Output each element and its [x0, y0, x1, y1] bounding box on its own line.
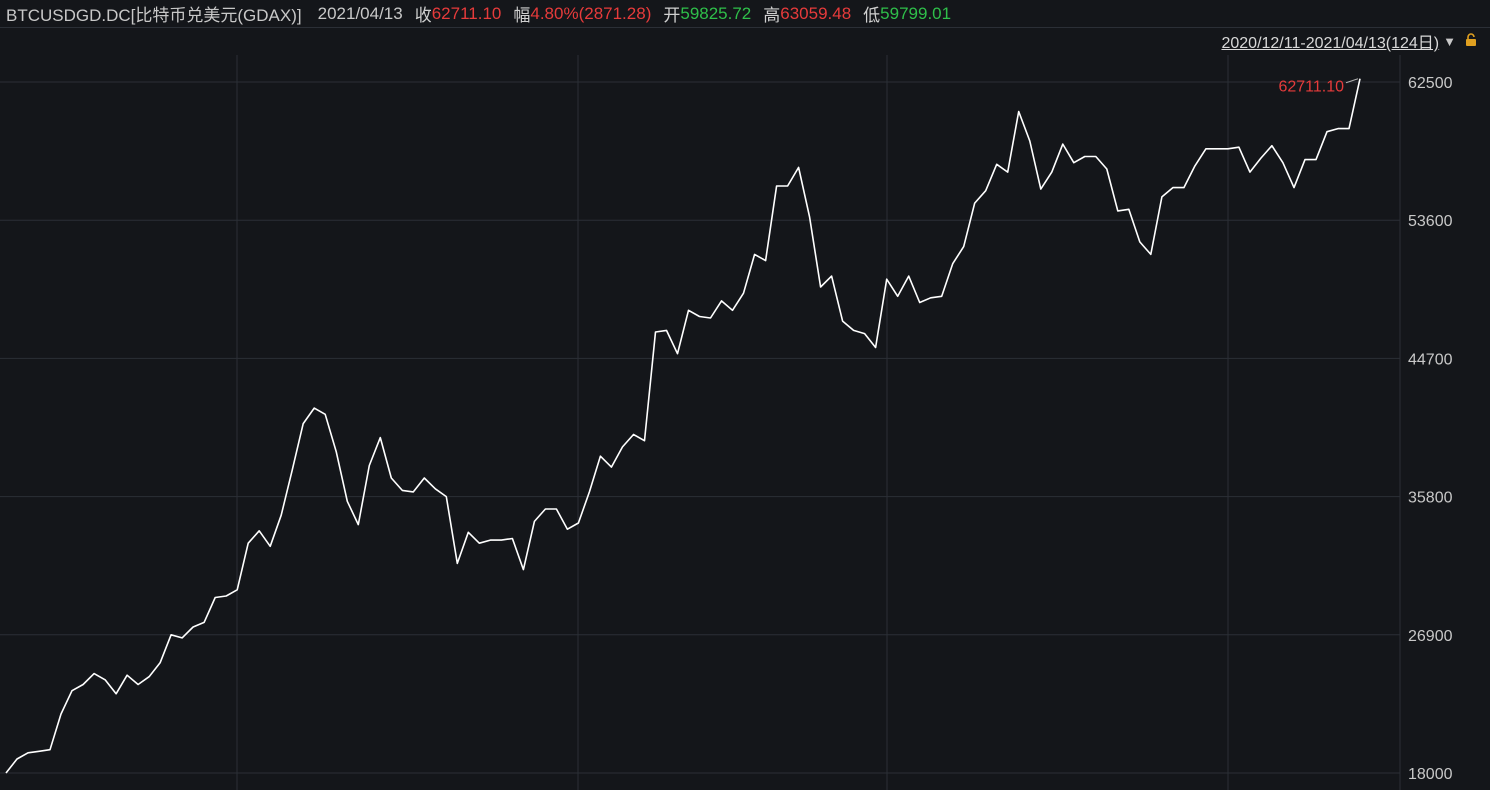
y-tick-label: 35800 [1408, 490, 1453, 507]
last-price-marker: 62711.10 [1278, 78, 1359, 96]
price-chart: 62500 53600 44700 35800 26900 18000 62711.10 [0, 55, 1453, 790]
grid [0, 55, 1401, 790]
series-line-group [5, 78, 1361, 774]
y-tick-label: 62500 [1408, 75, 1453, 92]
y-tick-label: 26900 [1408, 628, 1453, 645]
last-price-label: 62711.10 [1278, 79, 1344, 96]
series-line [5, 78, 1361, 774]
y-tick-label: 53600 [1408, 213, 1453, 230]
y-tick-label: 18000 [1408, 766, 1453, 783]
y-axis: 62500 53600 44700 35800 26900 18000 [1408, 75, 1453, 783]
y-tick-label: 44700 [1408, 351, 1453, 368]
